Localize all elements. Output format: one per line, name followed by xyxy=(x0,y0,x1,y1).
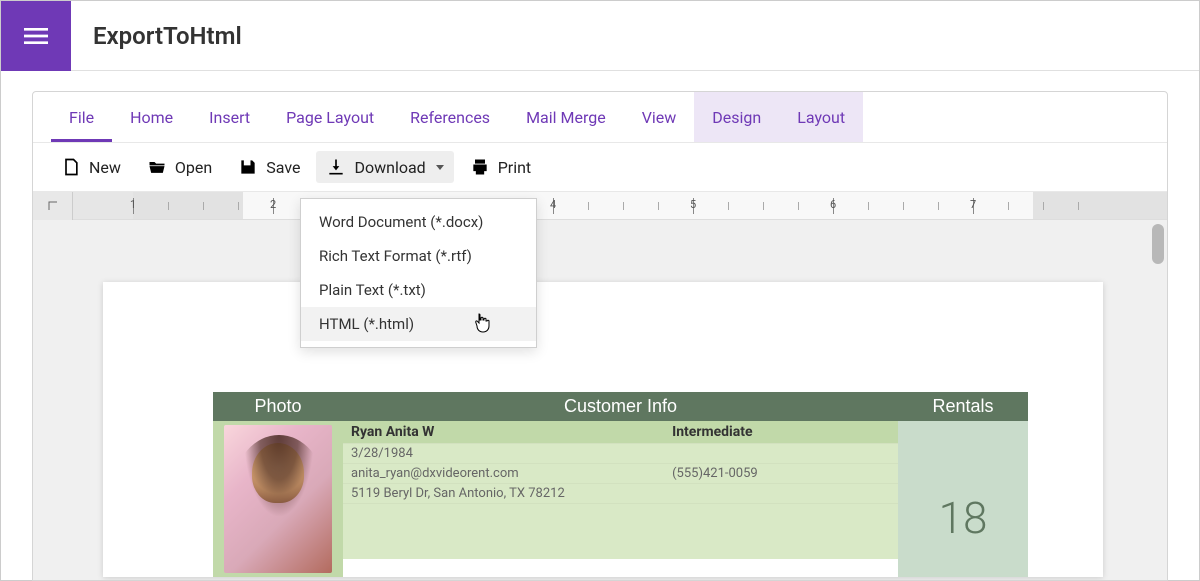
ruler-scale[interactable]: 1 2 3 4 5 6 7 xyxy=(73,192,1167,219)
ribbon-tabs: File Home Insert Page Layout References … xyxy=(33,92,1167,142)
new-button[interactable]: New xyxy=(51,151,131,183)
page: Photo Customer Info Rentals Ryan Anita W… xyxy=(103,282,1103,577)
ruler-label: 1 xyxy=(130,198,136,211)
download-button[interactable]: Download xyxy=(316,151,453,183)
folder-open-icon xyxy=(147,157,167,177)
save-icon xyxy=(238,157,258,177)
rich-editor: File Home Insert Page Layout References … xyxy=(32,91,1168,581)
hamburger-menu-button[interactable] xyxy=(1,1,71,71)
info-cell: Ryan Anita W Intermediate 3/28/1984 anit… xyxy=(343,421,898,577)
tab-layout[interactable]: Layout xyxy=(779,92,863,142)
print-button[interactable]: Print xyxy=(460,151,541,183)
download-label: Download xyxy=(354,158,425,177)
tab-design[interactable]: Design xyxy=(694,92,779,142)
ruler-label: 7 xyxy=(970,198,976,211)
rentals-cell: 18 xyxy=(898,421,1028,577)
open-label: Open xyxy=(175,158,212,177)
col-photo: Photo xyxy=(213,392,343,421)
tab-references[interactable]: References xyxy=(392,92,508,142)
customer-dob: 3/28/1984 xyxy=(343,443,898,463)
chevron-down-icon xyxy=(436,165,444,170)
download-option-txt[interactable]: Plain Text (*.txt) xyxy=(301,273,536,307)
topbar: ExportToHtml xyxy=(1,1,1199,71)
customer-photo xyxy=(224,425,332,573)
open-button[interactable]: Open xyxy=(137,151,222,183)
app-title: ExportToHtml xyxy=(71,22,242,50)
customer-blank xyxy=(343,503,898,559)
col-info: Customer Info xyxy=(343,392,898,421)
ruler-label: 6 xyxy=(830,198,836,211)
customer-phone: (555)421-0059 xyxy=(664,463,898,483)
tab-page-layout[interactable]: Page Layout xyxy=(268,92,392,142)
new-label: New xyxy=(89,158,121,177)
save-button[interactable]: Save xyxy=(228,151,310,183)
download-option-html-label: HTML (*.html) xyxy=(319,315,414,333)
rentals-count: 18 xyxy=(898,454,1028,544)
download-dropdown: Word Document (*.docx) Rich Text Format … xyxy=(300,198,537,348)
document-view[interactable]: Photo Customer Info Rentals Ryan Anita W… xyxy=(33,220,1167,580)
customer-address: 5119 Beryl Dr, San Antonio, TX 78212 xyxy=(343,483,898,503)
customer-level: Intermediate xyxy=(664,421,898,443)
download-option-rtf[interactable]: Rich Text Format (*.rtf) xyxy=(301,239,536,273)
print-icon xyxy=(470,157,490,177)
tab-view[interactable]: View xyxy=(624,92,695,142)
cursor-hand-icon xyxy=(474,313,490,333)
ruler-corner-icon xyxy=(33,192,73,220)
file-toolbar: New Open Save Download Print xyxy=(33,142,1167,192)
tab-home[interactable]: Home xyxy=(112,92,191,142)
tab-file[interactable]: File xyxy=(51,92,112,142)
save-label: Save xyxy=(266,158,300,177)
customer-table[interactable]: Photo Customer Info Rentals Ryan Anita W… xyxy=(213,392,1028,577)
customer-email: anita_ryan@dxvideorent.com xyxy=(343,463,664,483)
ruler-label: 4 xyxy=(550,198,556,211)
ruler-label: 5 xyxy=(690,198,696,211)
file-new-icon xyxy=(61,157,81,177)
print-label: Print xyxy=(498,158,531,177)
tab-insert[interactable]: Insert xyxy=(191,92,268,142)
download-option-html[interactable]: HTML (*.html) xyxy=(301,307,536,341)
hamburger-icon xyxy=(20,20,52,52)
horizontal-ruler: 1 2 3 4 5 6 7 xyxy=(33,192,1167,220)
photo-cell xyxy=(213,421,343,577)
vertical-scrollbar[interactable] xyxy=(1149,220,1167,580)
customer-name: Ryan Anita W xyxy=(343,421,664,443)
scrollbar-thumb[interactable] xyxy=(1152,224,1164,264)
download-option-docx[interactable]: Word Document (*.docx) xyxy=(301,205,536,239)
tab-mail-merge[interactable]: Mail Merge xyxy=(508,92,624,142)
col-rentals: Rentals xyxy=(898,392,1028,421)
ruler-label: 2 xyxy=(270,198,276,211)
download-icon xyxy=(326,157,346,177)
